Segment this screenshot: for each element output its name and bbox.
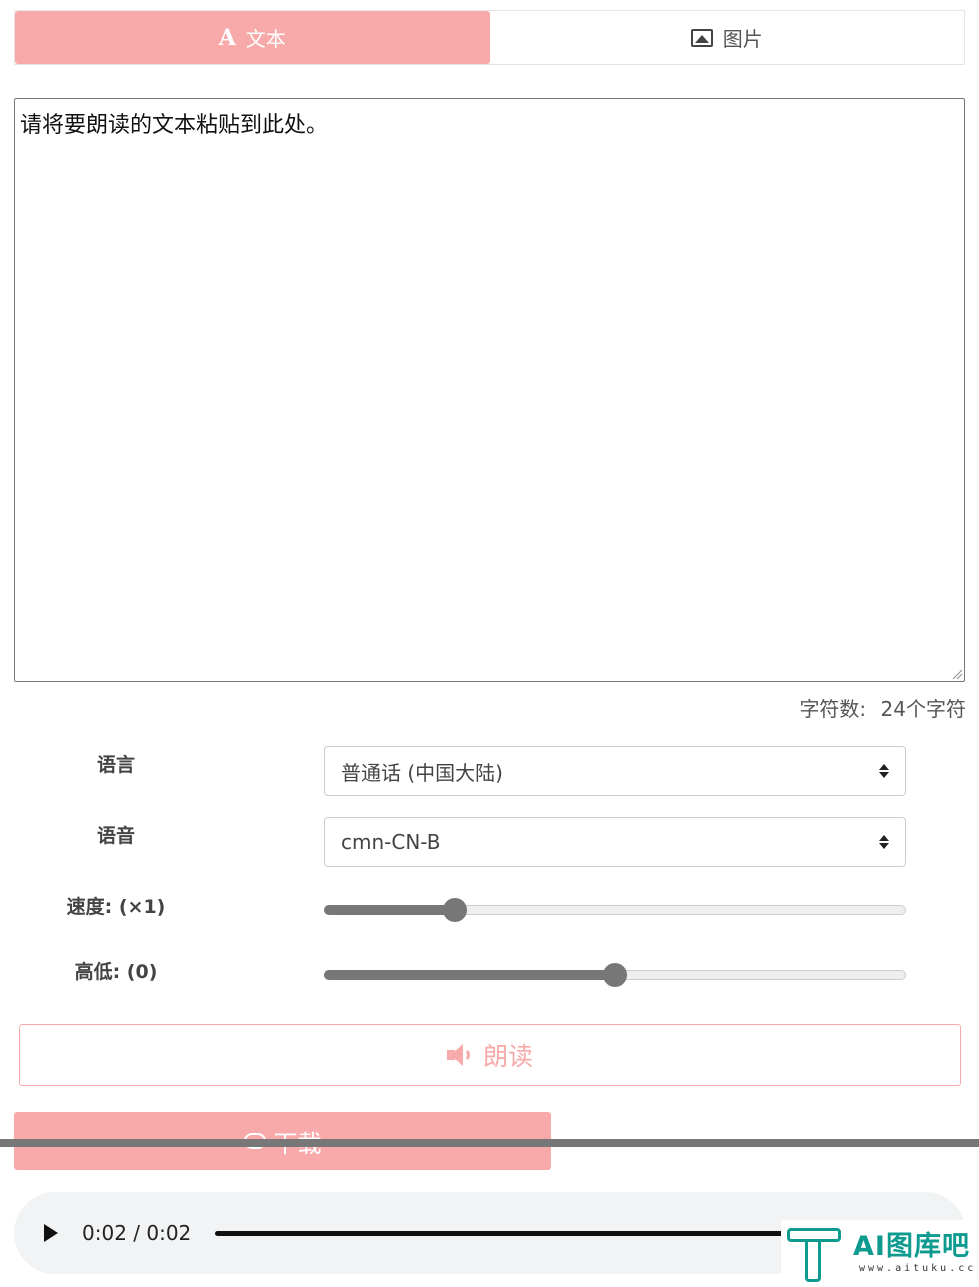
audio-progress-bar[interactable] <box>215 1230 796 1236</box>
char-count-value: 24个字符 <box>880 697 966 721</box>
divider <box>0 1139 979 1147</box>
speed-slider-fill <box>324 905 455 915</box>
text-A-icon: A <box>218 24 236 51</box>
mode-tabs: A 文本 图片 <box>14 10 965 65</box>
char-count: 字符数: 24个字符 <box>799 693 966 722</box>
tab-text[interactable]: A 文本 <box>15 11 490 64</box>
pitch-slider[interactable] <box>324 963 906 987</box>
speed-slider[interactable] <box>324 898 906 922</box>
watermark-logo: AI图库吧 www.aituku.cc <box>781 1220 979 1287</box>
aituku-logo-icon <box>787 1228 841 1282</box>
text-input[interactable] <box>14 98 965 682</box>
voice-label: 语音 <box>96 825 135 847</box>
language-select[interactable]: 普通话 (中国大陆) <box>324 746 906 796</box>
speed-label: 速度: (×1) <box>66 896 166 918</box>
play-icon[interactable] <box>44 1224 58 1242</box>
sort-arrows-icon <box>879 764 889 778</box>
sort-arrows-icon <box>879 835 889 849</box>
resize-handle-icon[interactable] <box>951 668 963 680</box>
read-aloud-label: 朗读 <box>482 1042 533 1071</box>
char-count-label: 字符数: <box>799 697 867 721</box>
voice-select[interactable]: cmn-CN-B <box>324 817 906 867</box>
read-aloud-button[interactable]: 朗读 <box>19 1024 961 1086</box>
watermark-url: www.aituku.cc <box>859 1263 977 1274</box>
tab-image[interactable]: 图片 <box>490 11 965 64</box>
pitch-label: 高低: (0) <box>74 961 158 983</box>
pitch-slider-thumb[interactable] <box>603 963 627 987</box>
audio-time: 0:02 / 0:02 <box>82 1221 192 1245</box>
language-select-value: 普通话 (中国大陆) <box>341 760 503 785</box>
speaker-icon <box>446 1044 473 1066</box>
tab-text-label: 文本 <box>245 27 286 51</box>
language-label: 语言 <box>96 754 135 776</box>
image-icon <box>690 28 713 47</box>
pitch-slider-fill <box>324 970 615 980</box>
tab-image-label: 图片 <box>722 27 763 51</box>
watermark-text: AI图库吧 <box>853 1231 970 1262</box>
speed-slider-thumb[interactable] <box>443 898 467 922</box>
voice-select-value: cmn-CN-B <box>341 830 441 854</box>
